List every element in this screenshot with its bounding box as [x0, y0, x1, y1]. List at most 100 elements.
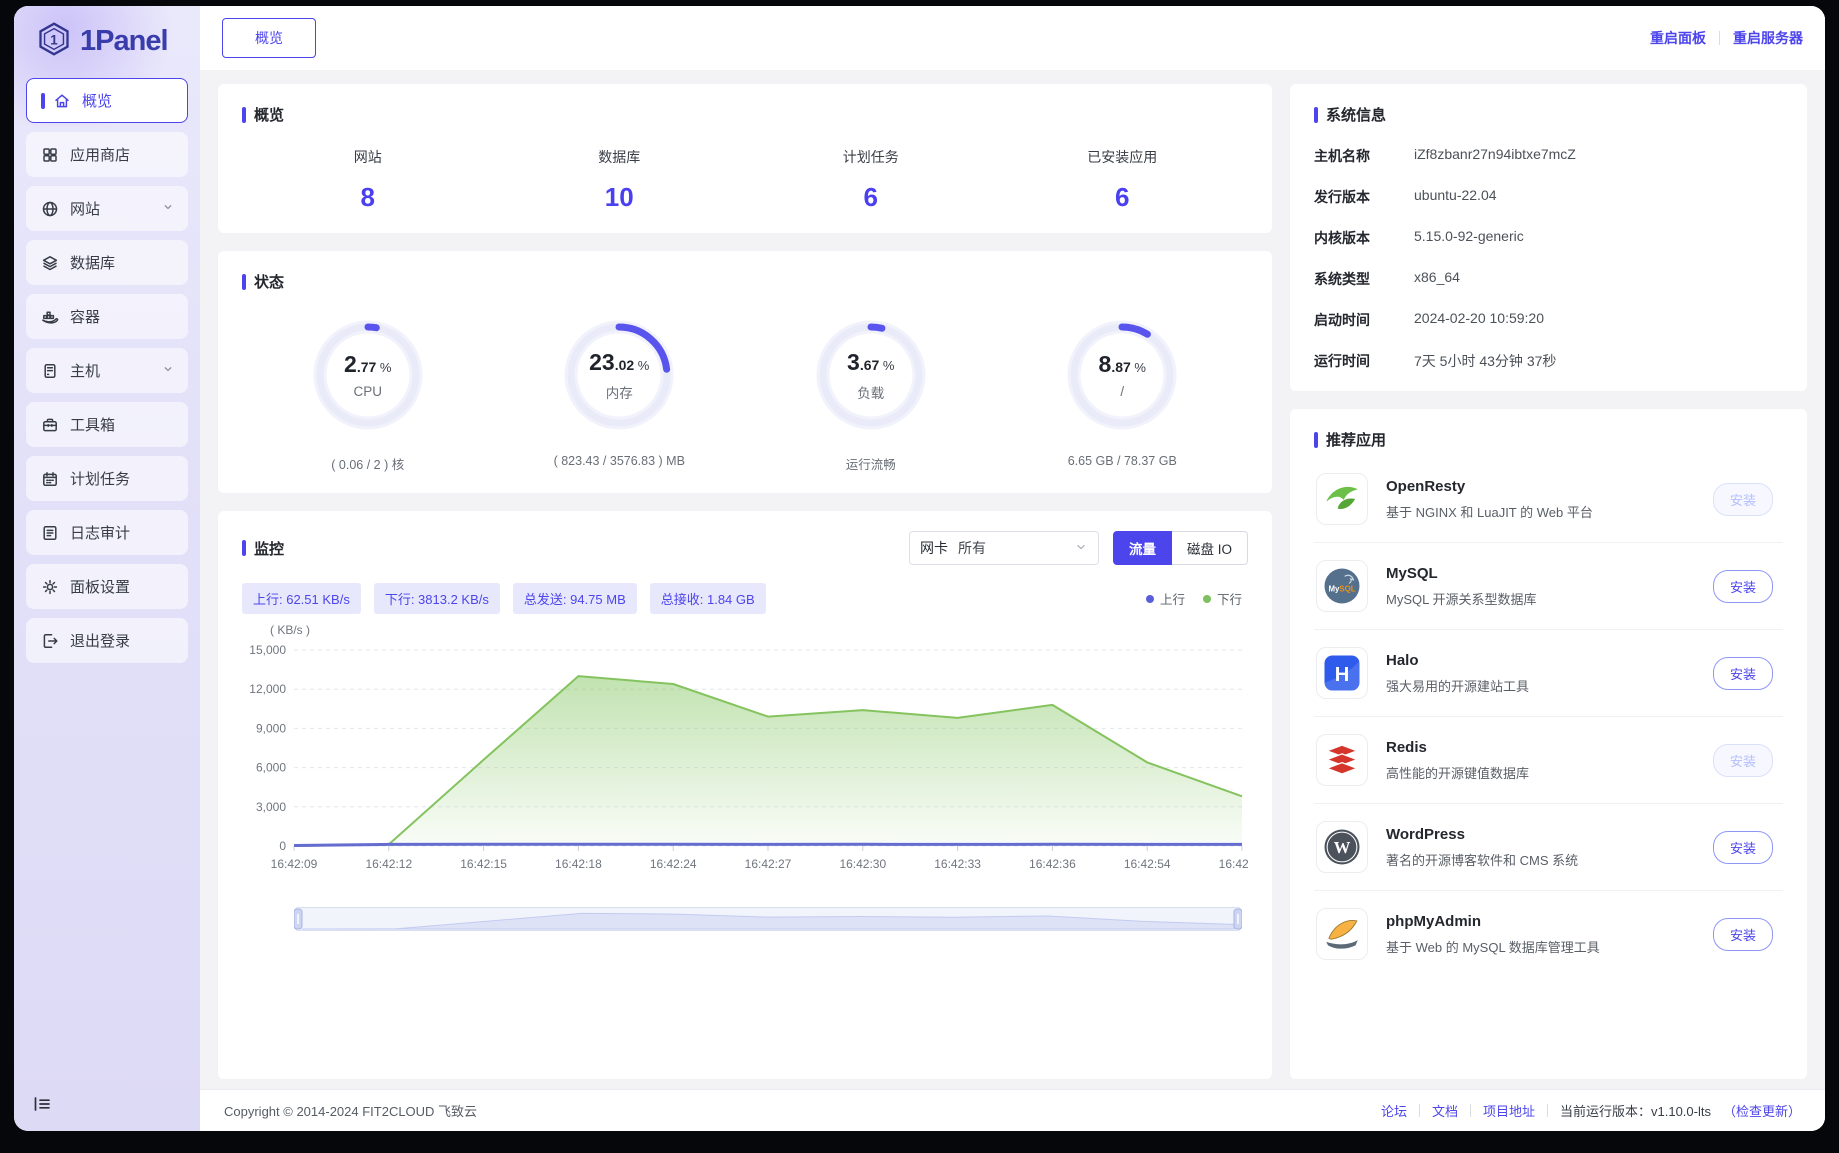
- gauge-value: 2.77 %: [344, 351, 391, 378]
- stat-value[interactable]: 6: [997, 182, 1249, 213]
- sidebar-item-home[interactable]: 概览: [26, 78, 188, 123]
- active-indicator-bar: [41, 93, 45, 109]
- app-name[interactable]: WordPress: [1386, 826, 1713, 843]
- sidebar-item-settings[interactable]: 面板设置: [26, 564, 188, 609]
- sidebar-menu: 概览应用商店网站数据库容器主机工具箱计划任务日志审计面板设置退出登录: [14, 76, 200, 665]
- svg-text:16:42:57: 16:42:57: [1219, 857, 1248, 871]
- app-row: phpMyAdmin基于 Web 的 MySQL 数据库管理工具安装: [1314, 891, 1783, 977]
- monitor-button-traffic[interactable]: 流量: [1113, 531, 1172, 565]
- install-button[interactable]: 安装: [1713, 831, 1773, 864]
- sidebar-item-container[interactable]: 容器: [26, 294, 188, 339]
- install-button[interactable]: 安装: [1713, 744, 1773, 777]
- gauge-text: 8.87 % /: [1063, 316, 1181, 434]
- system-info-row: 系统类型x86_64: [1314, 269, 1783, 289]
- chart-datazoom-slider[interactable]: [242, 905, 1248, 938]
- app-row: Redis高性能的开源键值数据库安装: [1314, 717, 1783, 804]
- sidebar-item-logout[interactable]: 退出登录: [26, 618, 188, 663]
- nic-select[interactable]: 网卡 所有: [909, 531, 1099, 565]
- legend-item[interactable]: 下行: [1203, 589, 1242, 608]
- svg-text:16:42:33: 16:42:33: [934, 857, 981, 871]
- system-info-card: 系统信息 主机名称iZf8zbanr27n94ibtxe7mcZ发行版本ubun…: [1290, 84, 1807, 391]
- footer-link[interactable]: 项目地址: [1483, 1101, 1535, 1120]
- restart-server-link[interactable]: 重启服务器: [1733, 28, 1803, 48]
- app-name[interactable]: Halo: [1386, 652, 1713, 669]
- sidebar-item-host[interactable]: 主机: [26, 348, 188, 393]
- traffic-badge: 上行: 62.51 KB/s: [242, 583, 361, 614]
- overview-stat: 已安装应用6: [997, 147, 1249, 213]
- sidebar-item-label: 概览: [82, 90, 175, 111]
- sidebar: 1 1Panel 概览应用商店网站数据库容器主机工具箱计划任务日志审计面板设置退…: [14, 6, 200, 1131]
- stat-value[interactable]: 10: [494, 182, 746, 213]
- system-info-value: 5.15.0-92-generic: [1414, 228, 1524, 248]
- monitor-card: 监控 网卡 所有 流量磁盘 IO: [218, 511, 1272, 1079]
- gauge-sublabel: 6.65 GB / 78.37 GB: [1068, 454, 1177, 468]
- gauge-sublabel: 运行流畅: [846, 454, 896, 473]
- section-accent-bar: [1314, 107, 1318, 123]
- sidebar-item-label: 工具箱: [70, 414, 175, 435]
- gauge-label: 内存: [606, 382, 633, 402]
- traffic-badges: 上行: 62.51 KB/s下行: 3813.2 KB/s总发送: 94.75 …: [242, 583, 766, 614]
- install-button[interactable]: 安装: [1713, 918, 1773, 951]
- section-accent-bar: [242, 540, 246, 556]
- sidebar-item-appstore[interactable]: 应用商店: [26, 132, 188, 177]
- app-name[interactable]: OpenResty: [1386, 478, 1713, 495]
- footer-link[interactable]: 论坛: [1381, 1101, 1407, 1120]
- system-info-row: 运行时间7天 5小时 43分钟 37秒: [1314, 351, 1783, 371]
- svg-text:16:42:27: 16:42:27: [745, 857, 792, 871]
- tab-overview[interactable]: 概览: [222, 18, 316, 58]
- svg-text:MySQL: MySQL: [1328, 584, 1355, 593]
- openresty-app-icon: [1316, 473, 1368, 525]
- copyright-text: Copyright © 2014-2024 FIT2CLOUD 飞致云: [224, 1101, 477, 1120]
- gauge-text: 23.02 %内存: [560, 316, 678, 434]
- gauge-value: 8.87 %: [1099, 351, 1146, 378]
- svg-text:W: W: [1334, 838, 1351, 857]
- status-gauge: 23.02 %内存 ( 823.43 / 3576.83 ) MB: [494, 316, 746, 473]
- sidebar-item-label: 数据库: [70, 252, 175, 273]
- app-name[interactable]: Redis: [1386, 739, 1713, 756]
- traffic-badge: 总接收: 1.84 GB: [650, 583, 766, 614]
- system-info-value: 7天 5小时 43分钟 37秒: [1414, 351, 1556, 371]
- topbar: 概览 重启面板 重启服务器: [200, 6, 1825, 70]
- svg-text:16:42:24: 16:42:24: [650, 857, 697, 871]
- sidebar-item-label: 网站: [70, 198, 161, 219]
- install-button[interactable]: 安装: [1713, 657, 1773, 690]
- app-name[interactable]: MySQL: [1386, 565, 1713, 582]
- home-icon: [53, 92, 71, 110]
- svg-text:1: 1: [50, 32, 58, 47]
- app-name[interactable]: phpMyAdmin: [1386, 913, 1713, 930]
- traffic-badge: 下行: 3813.2 KB/s: [374, 583, 500, 614]
- appstore-icon: [41, 146, 59, 164]
- monitor-button-disk-io[interactable]: 磁盘 IO: [1172, 531, 1248, 565]
- sidebar-item-calendar[interactable]: 计划任务: [26, 456, 188, 501]
- sidebar-item-logs[interactable]: 日志审计: [26, 510, 188, 555]
- stat-value[interactable]: 8: [242, 182, 494, 213]
- overview-stat: 网站8: [242, 147, 494, 213]
- check-update-link[interactable]: （检查更新）: [1723, 1101, 1801, 1120]
- app-description: 著名的开源博客软件和 CMS 系统: [1386, 850, 1713, 869]
- sidebar-item-globe[interactable]: 网站: [26, 186, 188, 231]
- apps-list: OpenResty基于 NGINX 和 LuaJIT 的 Web 平台安装MyS…: [1314, 456, 1783, 977]
- svg-text:0: 0: [279, 839, 286, 853]
- app-row: MySQLMySQLMySQL 开源关系型数据库安装: [1314, 543, 1783, 630]
- sidebar-item-label: 计划任务: [70, 468, 175, 489]
- sidebar-item-layers[interactable]: 数据库: [26, 240, 188, 285]
- sidebar-collapse-icon[interactable]: [32, 1094, 52, 1119]
- gauge-sublabel: ( 0.06 / 2 ) 核: [331, 454, 404, 473]
- mysql-app-icon: MySQL: [1316, 560, 1368, 612]
- install-button[interactable]: 安装: [1713, 570, 1773, 603]
- gauge-label: /: [1120, 384, 1124, 399]
- system-info-title: 系统信息: [1326, 104, 1386, 125]
- chevron-down-icon: [161, 362, 175, 380]
- status-gauge: 3.67 %负载运行流畅: [745, 316, 997, 473]
- sidebar-item-toolbox[interactable]: 工具箱: [26, 402, 188, 447]
- status-gauges: 2.77 %CPU( 0.06 / 2 ) 核23.02 %内存( 823.43…: [242, 316, 1248, 473]
- install-button[interactable]: 安装: [1713, 483, 1773, 516]
- stat-value[interactable]: 6: [745, 182, 997, 213]
- gauge-label: 负载: [857, 382, 884, 402]
- divider: [1547, 1104, 1548, 1117]
- restart-panel-link[interactable]: 重启面板: [1650, 28, 1706, 48]
- status-title: 状态: [254, 271, 284, 292]
- legend-item[interactable]: 上行: [1146, 589, 1185, 608]
- gauge-sublabel: ( 823.43 / 3576.83 ) MB: [554, 454, 685, 468]
- footer-link[interactable]: 文档: [1432, 1101, 1458, 1120]
